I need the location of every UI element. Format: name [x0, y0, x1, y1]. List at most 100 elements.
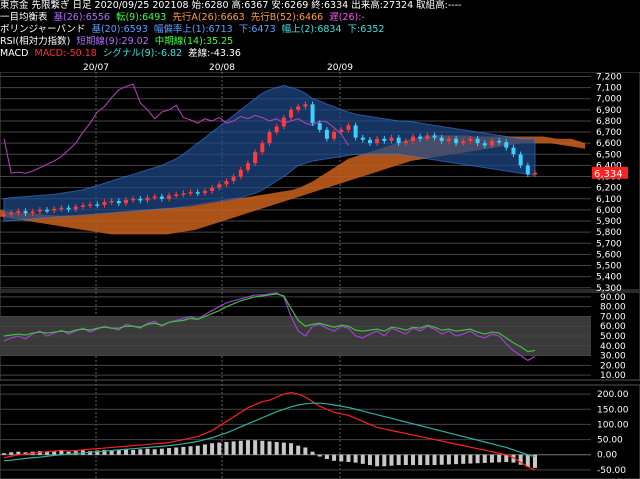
candle-body — [52, 208, 57, 211]
price-tick-label: 6,600 — [596, 139, 622, 149]
date-label: 20/09 — [327, 63, 353, 73]
candle-body — [332, 132, 337, 139]
bb-lower1: 下:6473 — [238, 24, 276, 35]
candle-body — [23, 211, 28, 214]
candle-body — [188, 192, 193, 194]
candle-body — [482, 143, 487, 146]
candle-body — [446, 138, 451, 141]
price-tick-label: 6,500 — [596, 150, 622, 160]
candle-body — [324, 129, 329, 139]
macd-hist-bar — [174, 447, 179, 455]
macd-tick-label: 0.00 — [597, 451, 617, 461]
candle-body — [80, 205, 85, 207]
price-tick-label: 5,600 — [596, 250, 622, 260]
macd-value: MACD:-50.18 — [34, 48, 97, 59]
macd-hist-bar — [181, 446, 186, 455]
bb-upper2: 幅上(2):6834 — [281, 24, 342, 35]
candle-body — [210, 187, 215, 192]
rsi-label: RSI(相対力指数) — [0, 36, 71, 47]
macd-signal: シグナル(9):-6.82 — [102, 48, 183, 59]
macd-hist-bar — [188, 446, 193, 455]
ichimoku-base: 基(26):6556 — [53, 12, 110, 23]
price-tick-label: 7,000 — [596, 95, 622, 105]
macd-tick-label: 50.00 — [597, 436, 623, 446]
candle-body — [303, 104, 308, 107]
candle-body — [375, 138, 380, 144]
candle-body — [245, 163, 250, 170]
macd-hist-bar — [396, 454, 401, 466]
candle-body — [123, 199, 128, 204]
candle-body — [382, 138, 387, 141]
candle-body — [317, 123, 322, 130]
macd-tick-label: 150.00 — [597, 405, 629, 415]
bb-lower2: 下:6352 — [347, 24, 385, 35]
last-price-label: 6,334 — [594, 169, 623, 180]
rsi-tick-label: 10.00 — [600, 371, 626, 381]
rsi-tick-label: 30.00 — [600, 352, 626, 362]
rsi-tick-label: 60.00 — [600, 322, 626, 332]
macd-hist-bar — [253, 440, 258, 455]
candle-body — [73, 206, 78, 210]
macd-hist-bar — [245, 440, 250, 455]
candle-body — [66, 207, 71, 210]
chart-canvas: 20/07 20/08 20/09 7,200 7,1007,0006,9006,800… — [0, 60, 640, 479]
macd-hist-bar — [332, 454, 337, 461]
macd-hist-bar — [432, 454, 437, 466]
price-tick-label: 6,200 — [596, 184, 622, 194]
candle-body — [238, 169, 243, 177]
macd-hist-bar — [274, 442, 279, 455]
macd-hist-bar — [289, 443, 294, 455]
price-tick-label: 6,800 — [596, 117, 622, 127]
macd-hist-bar — [123, 449, 128, 455]
macd-hist-bar — [260, 440, 265, 455]
candle-body — [475, 138, 480, 144]
candle-body — [468, 138, 473, 141]
price-tick-label: 6,000 — [596, 206, 622, 216]
macd-label: MACD — [0, 48, 29, 59]
header-line-2: 一目均衡表 基(26):6556 転(9):6493 先行A(26):6663 … — [0, 12, 640, 24]
macd-hist-bar — [217, 442, 222, 455]
price-tick-label: 5,400 — [596, 273, 622, 283]
header-line-3: ボリンジャーバンド 基(20):6593 幅偏率上(1):6713 下:6473… — [0, 24, 640, 36]
header-line-4: RSI(相対力指数) 短期線(9):29.02 中期線(14):35.25 — [0, 36, 640, 48]
macd-hist-bar — [489, 454, 494, 463]
rsi-tick-label: 50.00 — [600, 332, 626, 342]
candle-body — [253, 152, 258, 164]
candle-body — [102, 202, 107, 205]
candle-body — [454, 138, 459, 144]
bb-label: ボリンジャーバンド — [0, 24, 86, 35]
candle-body — [346, 125, 351, 130]
macd-hist-bar — [468, 454, 473, 464]
candle-body — [174, 194, 179, 196]
candle-body — [310, 104, 315, 124]
date-label: 20/08 — [209, 63, 235, 73]
price-tick-label: 6,700 — [596, 128, 622, 138]
macd-hist-bar — [231, 441, 236, 455]
macd-hist-bar — [375, 454, 380, 467]
candle-body — [518, 154, 523, 166]
instrument-info: 東京金 先限繋ぎ 日足 2020/09/25 202108 始:6280 高:6… — [0, 0, 462, 11]
candle-body — [281, 117, 286, 127]
candle-body — [167, 195, 172, 199]
macd-hist-bar — [367, 454, 372, 466]
candle-body — [45, 209, 50, 212]
candle-body — [296, 106, 301, 110]
price-tick-label: 7,100 — [596, 84, 622, 94]
candle-body — [145, 197, 150, 201]
candle-body — [489, 140, 494, 146]
macd-hist-bar — [131, 449, 136, 455]
candle-body — [533, 172, 537, 175]
macd-hist-bar — [454, 454, 459, 465]
macd-hist-bar — [2, 453, 6, 455]
candle-body — [353, 125, 358, 138]
bb-upper1: 幅偏率上(1):6713 — [153, 24, 233, 35]
candle-body — [95, 204, 100, 206]
macd-hist-bar — [482, 454, 487, 463]
header-line-1: 東京金 先限繋ぎ 日足 2020/09/25 202108 始:6280 高:6… — [0, 0, 640, 12]
candle-body — [195, 192, 200, 194]
candle-body — [367, 139, 372, 144]
macd-hist-bar — [303, 447, 308, 455]
macd-hist-bar — [324, 454, 329, 459]
macd-hist-bar — [439, 454, 444, 465]
candle-body — [2, 214, 6, 216]
